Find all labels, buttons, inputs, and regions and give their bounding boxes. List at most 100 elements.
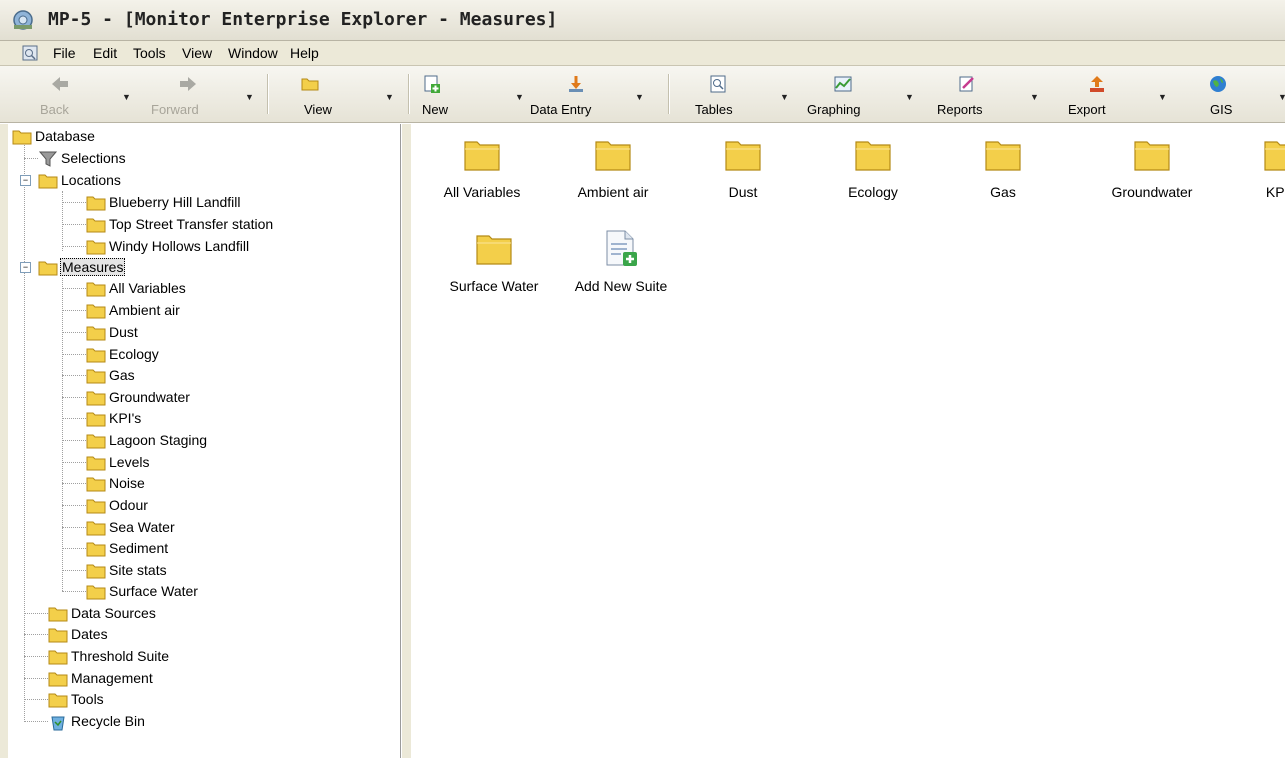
graphing-dropdown-arrow-icon[interactable]: ▼ [905,92,914,102]
content-item[interactable]: Dust [678,128,808,218]
folder-icon [86,391,106,406]
tree-item-measure[interactable]: Groundwater [86,387,386,409]
tree-item-locations[interactable]: Locations [38,170,238,192]
tree-item-measure[interactable]: Noise [86,473,386,495]
toolbar-separator [267,74,269,114]
tree-label: Windy Hollows Landfill [109,238,250,254]
back-dropdown-arrow-icon[interactable]: ▼ [122,92,131,102]
tree-item-measure[interactable]: Surface Water [86,581,386,603]
collapse-locations-icon[interactable]: − [20,175,31,186]
content-item[interactable]: Surface Water [429,222,559,312]
tree-item-measure[interactable]: Gas [86,365,386,387]
tree-label: Management [71,670,153,686]
tables-button[interactable]: Tables [690,66,760,122]
tree-item-measure[interactable]: Sediment [86,538,386,560]
tree-item-location[interactable]: Blueberry Hill Landfill [86,192,386,214]
recycle-bin-icon [51,716,65,731]
view-button[interactable]: View [290,66,350,122]
tree-item-measure[interactable]: Lagoon Staging [86,430,386,452]
menu-tools[interactable]: Tools [133,45,166,61]
content-item[interactable]: Groundwater [1087,128,1217,218]
tree-label: Database [35,128,95,144]
graphing-button[interactable]: Graphing [805,66,895,122]
tree-item-measure[interactable]: Dust [86,322,386,344]
folder-icon [476,235,512,265]
menu-file[interactable]: File [53,45,76,61]
tree-item-threshold-suite[interactable]: Threshold Suite [48,646,348,668]
tree-item-database[interactable]: Database [12,126,212,148]
new-button[interactable]: New [418,66,478,122]
forward-dropdown-arrow-icon[interactable]: ▼ [245,92,254,102]
tree-label: All Variables [109,280,186,296]
tree-item-measure[interactable]: Ecology [86,344,386,366]
content-item[interactable]: Gas [938,128,1068,218]
tree-item-tools[interactable]: Tools [48,689,348,711]
tree-label: Tools [71,691,104,707]
forward-button[interactable]: Forward [140,66,240,122]
tree-line [62,483,86,484]
gis-button[interactable]: GIS [1195,66,1245,122]
menu-help[interactable]: Help [290,45,319,61]
tree-item-measures[interactable]: Measures [38,257,238,279]
forward-arrow-icon [180,77,196,91]
content-item[interactable]: Ecology [808,128,938,218]
tree-item-measure[interactable]: Sea Water [86,517,386,539]
tree-item-measure[interactable]: Odour [86,495,386,517]
back-button[interactable]: Back [30,66,105,122]
add-document-icon [606,230,637,266]
window-frame [0,124,8,758]
data-entry-button[interactable]: Data Entry [530,66,630,122]
tree-item-dates[interactable]: Dates [48,624,348,646]
data-entry-dropdown-arrow-icon[interactable]: ▼ [635,92,644,102]
folder-icon [86,564,106,579]
tables-label: Tables [695,102,733,117]
folder-icon [48,607,68,622]
tree-label: Odour [109,497,148,513]
tree-item-management[interactable]: Management [48,668,348,690]
reports-label: Reports [937,102,983,117]
menu-view[interactable]: View [182,45,212,61]
export-dropdown-arrow-icon[interactable]: ▼ [1158,92,1167,102]
tree-line [62,548,86,549]
content-item[interactable]: All Variables [417,128,547,218]
tree-item-location[interactable]: Top Street Transfer station [86,214,386,236]
navigation-tree: Database Selections − Locations Blueberr… [8,124,401,758]
tree-line [62,202,86,203]
content-item[interactable]: Ambient air [548,128,678,218]
title-bar: MP-5 - [Monitor Enterprise Explorer - Me… [0,0,1285,41]
tree-item-measure[interactable]: Site stats [86,560,386,582]
folder-icon [86,521,106,536]
tree-item-selections[interactable]: Selections [38,148,238,170]
tables-dropdown-arrow-icon[interactable]: ▼ [780,92,789,102]
tree-line [62,570,86,571]
document-icon[interactable] [22,45,38,61]
tree-line [24,721,48,722]
content-item-label: Ecology [848,184,898,200]
tree-label: Groundwater [109,389,190,405]
add-new-suite-button[interactable]: Add New Suite [556,222,686,312]
view-dropdown-arrow-icon[interactable]: ▼ [385,92,394,102]
tree-item-measure[interactable]: Ambient air [86,300,386,322]
tree-item-measure[interactable]: KPI's [86,408,386,430]
tree-item-location[interactable]: Windy Hollows Landfill [86,236,386,258]
tree-label: Locations [61,172,121,188]
new-dropdown-arrow-icon[interactable]: ▼ [515,92,524,102]
gis-dropdown-arrow-icon[interactable]: ▼ [1278,92,1285,102]
folder-icon [86,240,106,255]
reports-dropdown-arrow-icon[interactable]: ▼ [1030,92,1039,102]
tree-item-data-sources[interactable]: Data Sources [48,603,348,625]
menu-window[interactable]: Window [228,45,278,61]
tree-item-measure[interactable]: Levels [86,452,386,474]
tree-label: Lagoon Staging [109,432,208,448]
tree-line [62,354,86,355]
export-button[interactable]: Export [1065,66,1135,122]
reports-button[interactable]: Reports [935,66,1010,122]
menu-edit[interactable]: Edit [93,45,117,61]
collapse-measures-icon[interactable]: − [20,262,31,273]
back-arrow-icon [52,77,68,91]
tree-item-recycle-bin[interactable]: Recycle Bin [48,711,348,733]
content-item[interactable]: KPI's [1217,128,1285,218]
tree-line [62,278,63,591]
tree-line [62,505,86,506]
tree-item-measure[interactable]: All Variables [86,278,386,300]
